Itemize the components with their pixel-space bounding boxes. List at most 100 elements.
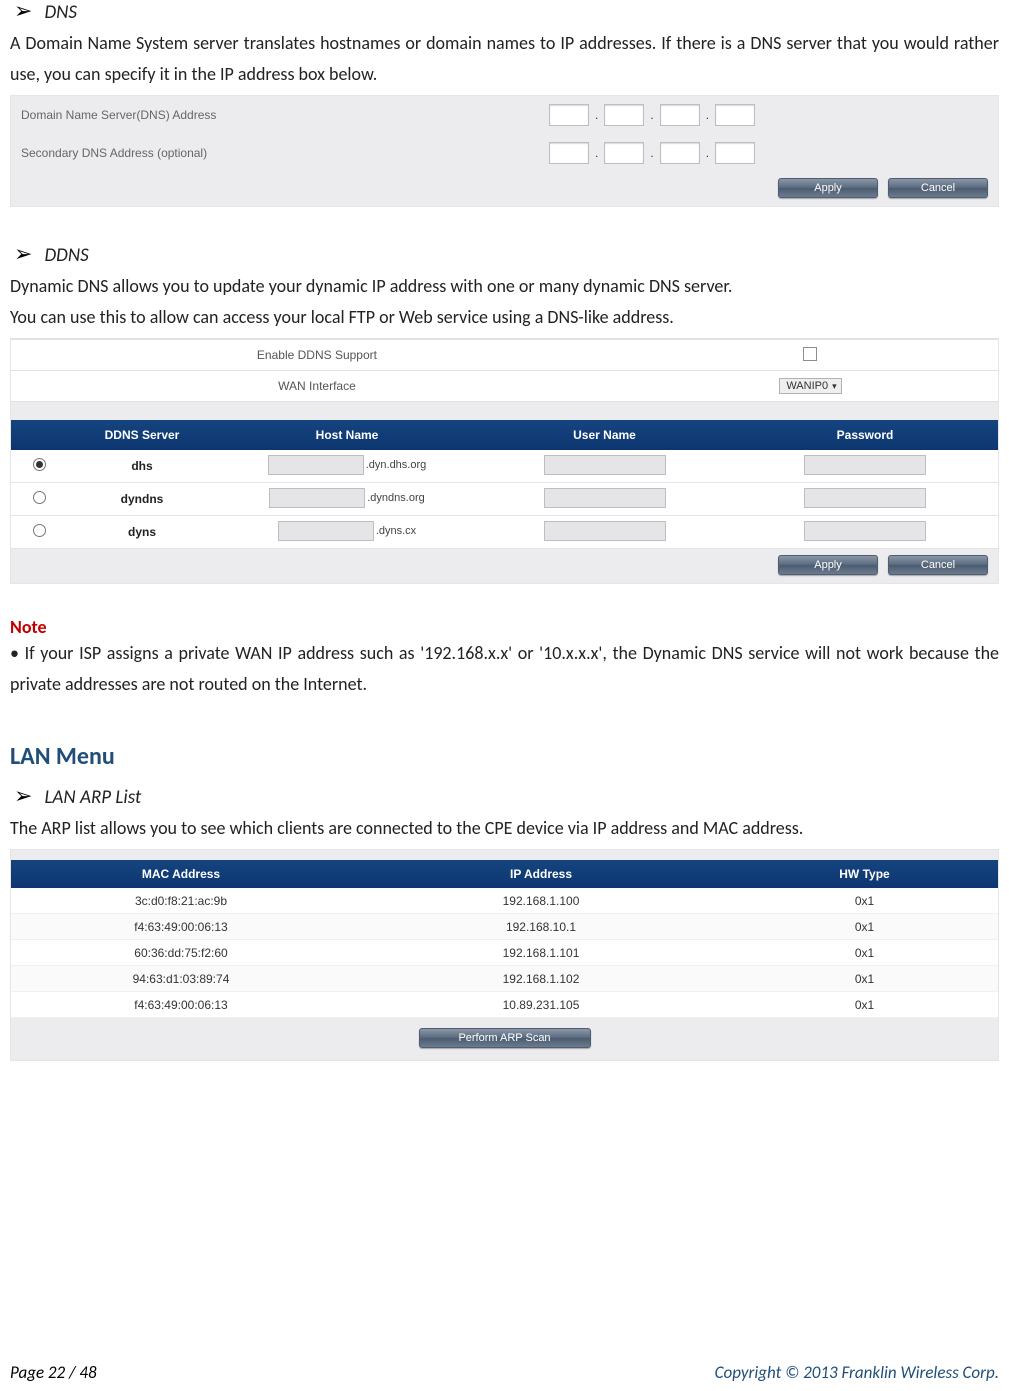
arp-header-ip: IP Address xyxy=(351,860,731,888)
arp-mac: 3c:d0:f8:21:ac:9b xyxy=(11,887,351,915)
ddns-server-name: dyndns xyxy=(67,484,217,514)
ddns-heading: ➢ DDNS xyxy=(14,243,999,267)
dns-description: A Domain Name System server translates h… xyxy=(10,28,999,89)
ddns-wan-select[interactable]: WANIP0 ▾ xyxy=(779,378,841,394)
arp-row: 94:63:d1:03:89:74 192.168.1.102 0x1 xyxy=(11,966,998,992)
ddns-host-input[interactable] xyxy=(268,455,364,475)
arp-scan-button[interactable]: Perform ARP Scan xyxy=(419,1028,591,1048)
ddns-server-name: dyns xyxy=(67,517,217,547)
ddns-host-suffix: .dyns.cx xyxy=(376,525,416,537)
page: ➢ DNS A Domain Name System server transl… xyxy=(0,0,1009,1391)
ddns-user-input[interactable] xyxy=(544,455,666,475)
ddns-header-server: DDNS Server xyxy=(67,420,217,450)
ddns-table-header: DDNS Server Host Name User Name Password xyxy=(11,420,998,450)
dns-secondary-oct2[interactable] xyxy=(604,142,644,164)
arp-row: f4:63:49:00:06:13 10.89.231.105 0x1 xyxy=(11,992,998,1018)
dns-button-row: Apply Cancel xyxy=(11,172,998,206)
arp-hw: 0x1 xyxy=(731,913,998,941)
arp-mac: f4:63:49:00:06:13 xyxy=(11,991,351,1019)
ddns-host-input[interactable] xyxy=(278,521,374,541)
ddns-header-host: Host Name xyxy=(217,420,477,450)
dns-primary-oct4[interactable] xyxy=(715,104,755,126)
arp-hw: 0x1 xyxy=(731,887,998,915)
dns-primary-ip: . . . xyxy=(549,104,755,126)
arp-button-row: Perform ARP Scan xyxy=(11,1018,998,1060)
dns-primary-oct3[interactable] xyxy=(660,104,700,126)
dns-title: DNS xyxy=(44,1,77,24)
arp-mac: f4:63:49:00:06:13 xyxy=(11,913,351,941)
arp-table-header: MAC Address IP Address HW Type xyxy=(11,860,998,888)
ddns-radio[interactable] xyxy=(33,458,46,471)
arp-title: LAN ARP List xyxy=(44,786,141,809)
ddns-enable-checkbox[interactable] xyxy=(803,347,817,361)
arp-panel: MAC Address IP Address HW Type 3c:d0:f8:… xyxy=(10,849,999,1061)
ddns-radio[interactable] xyxy=(33,524,46,537)
arp-mac: 60:36:dd:75:f2:60 xyxy=(11,939,351,967)
ddns-wan-row: WAN Interface WANIP0 ▾ xyxy=(11,371,998,402)
ddns-pass-input[interactable] xyxy=(804,521,926,541)
arp-heading: ➢ LAN ARP List xyxy=(14,785,999,809)
dns-primary-row: Domain Name Server(DNS) Address . . . xyxy=(11,96,998,134)
dns-heading: ➢ DNS xyxy=(14,0,999,24)
arp-row: 60:36:dd:75:f2:60 192.168.1.101 0x1 xyxy=(11,940,998,966)
ddns-radio[interactable] xyxy=(33,491,46,504)
ddns-server-name: dhs xyxy=(67,451,217,481)
ddns-header-user: User Name xyxy=(477,420,732,450)
chevron-right-icon: ➢ xyxy=(14,243,32,265)
dns-primary-oct2[interactable] xyxy=(604,104,644,126)
arp-ip: 192.168.1.101 xyxy=(351,939,731,967)
ddns-wan-value: WANIP0 xyxy=(786,380,828,392)
arp-ip: 192.168.1.102 xyxy=(351,965,731,993)
chevron-right-icon: ➢ xyxy=(14,0,32,22)
note-label: Note xyxy=(10,616,999,638)
ddns-button-row: Apply Cancel xyxy=(11,549,998,583)
note-text: • If your ISP assigns a private WAN IP a… xyxy=(10,638,999,699)
dns-cancel-button[interactable]: Cancel xyxy=(888,178,988,198)
ddns-pass-input[interactable] xyxy=(804,488,926,508)
dns-secondary-oct1[interactable] xyxy=(549,142,589,164)
arp-table-body: 3c:d0:f8:21:ac:9b 192.168.1.100 0x1 f4:6… xyxy=(11,888,998,1018)
ddns-row: dhs .dyn.dhs.org xyxy=(11,450,998,483)
ddns-row: dyndns .dyndns.org xyxy=(11,483,998,516)
ddns-row: dyns .dyns.cx xyxy=(11,516,998,549)
ddns-wan-label: WAN Interface xyxy=(11,379,623,393)
chevron-down-icon: ▾ xyxy=(832,381,837,392)
arp-hw: 0x1 xyxy=(731,939,998,967)
ddns-panel: Enable DDNS Support WAN Interface WANIP0… xyxy=(10,338,999,584)
ddns-header-pass: Password xyxy=(732,420,998,450)
dns-secondary-row: Secondary DNS Address (optional) . . . xyxy=(11,134,998,172)
ddns-host-suffix: .dyndns.org xyxy=(367,492,424,504)
lan-menu-heading: LAN Menu xyxy=(10,742,999,771)
dns-secondary-oct4[interactable] xyxy=(715,142,755,164)
arp-ip: 192.168.1.100 xyxy=(351,887,731,915)
dns-secondary-label: Secondary DNS Address (optional) xyxy=(21,146,541,160)
ddns-pass-input[interactable] xyxy=(804,455,926,475)
ddns-description-1: Dynamic DNS allows you to update your dy… xyxy=(10,271,999,302)
dns-primary-label: Domain Name Server(DNS) Address xyxy=(21,108,541,122)
ddns-cancel-button[interactable]: Cancel xyxy=(888,555,988,575)
arp-description: The ARP list allows you to see which cli… xyxy=(10,813,999,844)
ddns-user-input[interactable] xyxy=(544,521,666,541)
ddns-host-input[interactable] xyxy=(269,488,365,508)
dns-secondary-ip: . . . xyxy=(549,142,755,164)
dns-panel: Domain Name Server(DNS) Address . . . Se… xyxy=(10,95,999,207)
dns-secondary-oct3[interactable] xyxy=(660,142,700,164)
arp-header-mac: MAC Address xyxy=(11,860,351,888)
arp-row: f4:63:49:00:06:13 192.168.10.1 0x1 xyxy=(11,914,998,940)
dns-primary-oct1[interactable] xyxy=(549,104,589,126)
ddns-user-input[interactable] xyxy=(544,488,666,508)
ddns-description-2: You can use this to allow can access you… xyxy=(10,302,999,333)
dns-apply-button[interactable]: Apply xyxy=(778,178,878,198)
ddns-enable-label: Enable DDNS Support xyxy=(11,348,623,362)
ddns-apply-button[interactable]: Apply xyxy=(778,555,878,575)
arp-row: 3c:d0:f8:21:ac:9b 192.168.1.100 0x1 xyxy=(11,888,998,914)
footer-left: Page 22 / 48 xyxy=(10,1362,97,1383)
arp-header-hw: HW Type xyxy=(731,860,998,888)
arp-mac: 94:63:d1:03:89:74 xyxy=(11,965,351,993)
arp-ip: 192.168.10.1 xyxy=(351,913,731,941)
arp-ip: 10.89.231.105 xyxy=(351,991,731,1019)
ddns-enable-row: Enable DDNS Support xyxy=(11,339,998,371)
footer-right: Copyright © 2013 Franklin Wireless Corp. xyxy=(715,1362,999,1383)
chevron-right-icon: ➢ xyxy=(14,785,32,807)
page-footer: Page 22 / 48 Copyright © 2013 Franklin W… xyxy=(10,1362,999,1383)
